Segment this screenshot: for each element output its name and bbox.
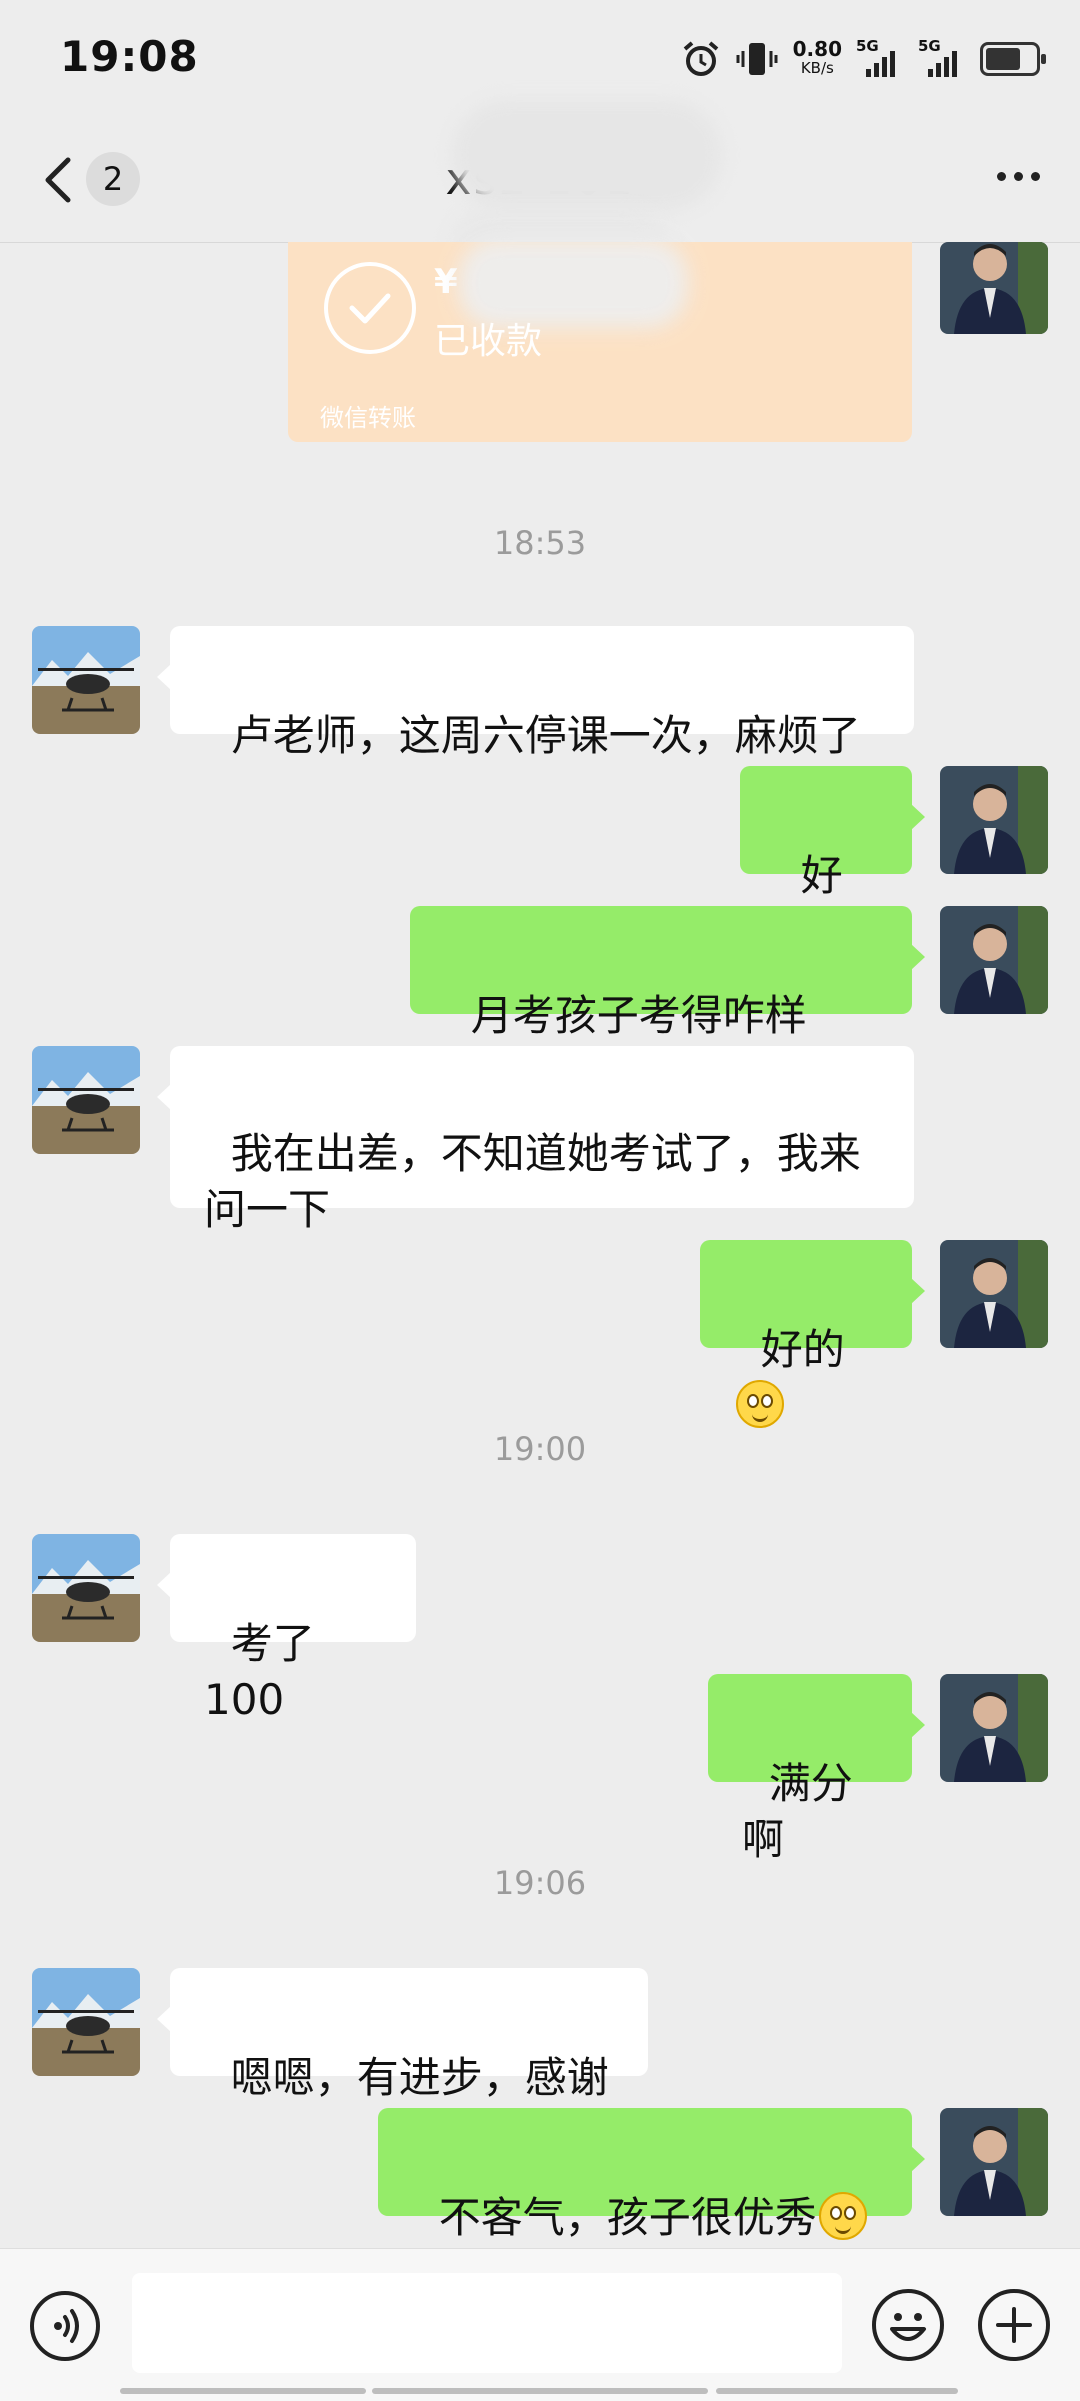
chat-header: 2 xs2 101 — [0, 100, 1080, 288]
transfer-label: 微信转账 — [320, 404, 416, 432]
avatar[interactable] — [940, 1240, 1048, 1348]
more-options-icon[interactable] — [997, 172, 1040, 181]
message-text: 嗯嗯，有进步，感谢 — [230, 2053, 609, 2102]
vibrate-icon — [736, 43, 778, 75]
signal-bars-icon — [866, 51, 895, 77]
avatar[interactable] — [940, 242, 1048, 334]
scroll-indicator — [372, 2388, 708, 2394]
network-speed-value: 0.80 — [792, 37, 842, 61]
check-icon — [324, 262, 416, 354]
status-time: 19:08 — [60, 32, 199, 81]
timestamp: 19:00 — [493, 1430, 587, 1468]
avatar[interactable] — [32, 1046, 140, 1154]
smile-emoji-icon — [736, 1380, 784, 1428]
message-bubble[interactable]: 月考孩子考得咋样呢？ — [410, 906, 925, 1096]
message-input[interactable] — [132, 2273, 842, 2373]
avatar[interactable] — [940, 766, 1048, 874]
message-bubble[interactable]: 考了 100 — [157, 1534, 416, 1724]
message-bubble[interactable]: 我在出差，不知道她考试了，我来 问一下 — [157, 1046, 914, 1234]
plus-icon[interactable] — [978, 2289, 1050, 2361]
message-text: 不客气，孩子很优秀 — [438, 2193, 817, 2242]
signal-2: 5G — [918, 37, 966, 81]
status-icons: 0.80 KB/s 5G 5G — [681, 34, 1046, 84]
message-bubble[interactable]: 卢老师，这周六停课一次，麻烦了 — [157, 626, 914, 760]
avatar[interactable] — [32, 626, 140, 734]
transfer-amount: ¥ — [434, 262, 458, 302]
message-bubble[interactable]: 不客气，孩子很优秀 — [378, 2108, 925, 2242]
smile-emoji-icon — [818, 2192, 867, 2240]
voice-input-icon[interactable] — [30, 2291, 100, 2361]
network-speed: 0.80 KB/s — [792, 37, 842, 78]
scroll-indicator — [716, 2388, 958, 2394]
alarm-icon — [683, 41, 718, 76]
message-bubble[interactable]: 好的， — [740, 766, 925, 956]
message-text: 满分啊 — [742, 1759, 853, 1864]
avatar[interactable] — [32, 1534, 140, 1642]
network-speed-unit: KB/s — [800, 59, 834, 77]
message-bubble[interactable]: 满分啊 — [708, 1674, 925, 1864]
timestamp: 19:06 — [493, 1864, 587, 1902]
message-bubble[interactable]: 嗯嗯，有进步，感谢 — [157, 1968, 648, 2102]
avatar[interactable] — [32, 1968, 140, 2076]
emoji-icon[interactable] — [872, 2289, 944, 2361]
message-text: 我在出差，不知道她考试了，我来 问一下 — [204, 1129, 861, 1234]
wechat-transfer-card[interactable]: ¥ 已收款 微信转账 — [288, 238, 912, 442]
input-bar — [0, 2248, 1080, 2401]
avatar[interactable] — [940, 2108, 1048, 2216]
signal-bars-icon — [928, 51, 957, 77]
message-text: 好的 — [760, 1325, 845, 1374]
message-bubble[interactable]: 好的 — [700, 1240, 925, 1428]
signal-1: 5G — [856, 37, 904, 81]
timestamp: 18:53 — [493, 524, 587, 562]
scroll-indicator — [120, 2388, 366, 2394]
avatar[interactable] — [940, 1674, 1048, 1782]
message-text: 卢老师，这周六停课一次，麻烦了 — [230, 711, 861, 760]
battery-icon — [980, 42, 1046, 76]
avatar[interactable] — [940, 906, 1048, 1014]
privacy-blur — [452, 100, 722, 210]
message-text: 考了 100 — [204, 1619, 329, 1724]
transfer-status: 已收款 — [434, 321, 543, 362]
